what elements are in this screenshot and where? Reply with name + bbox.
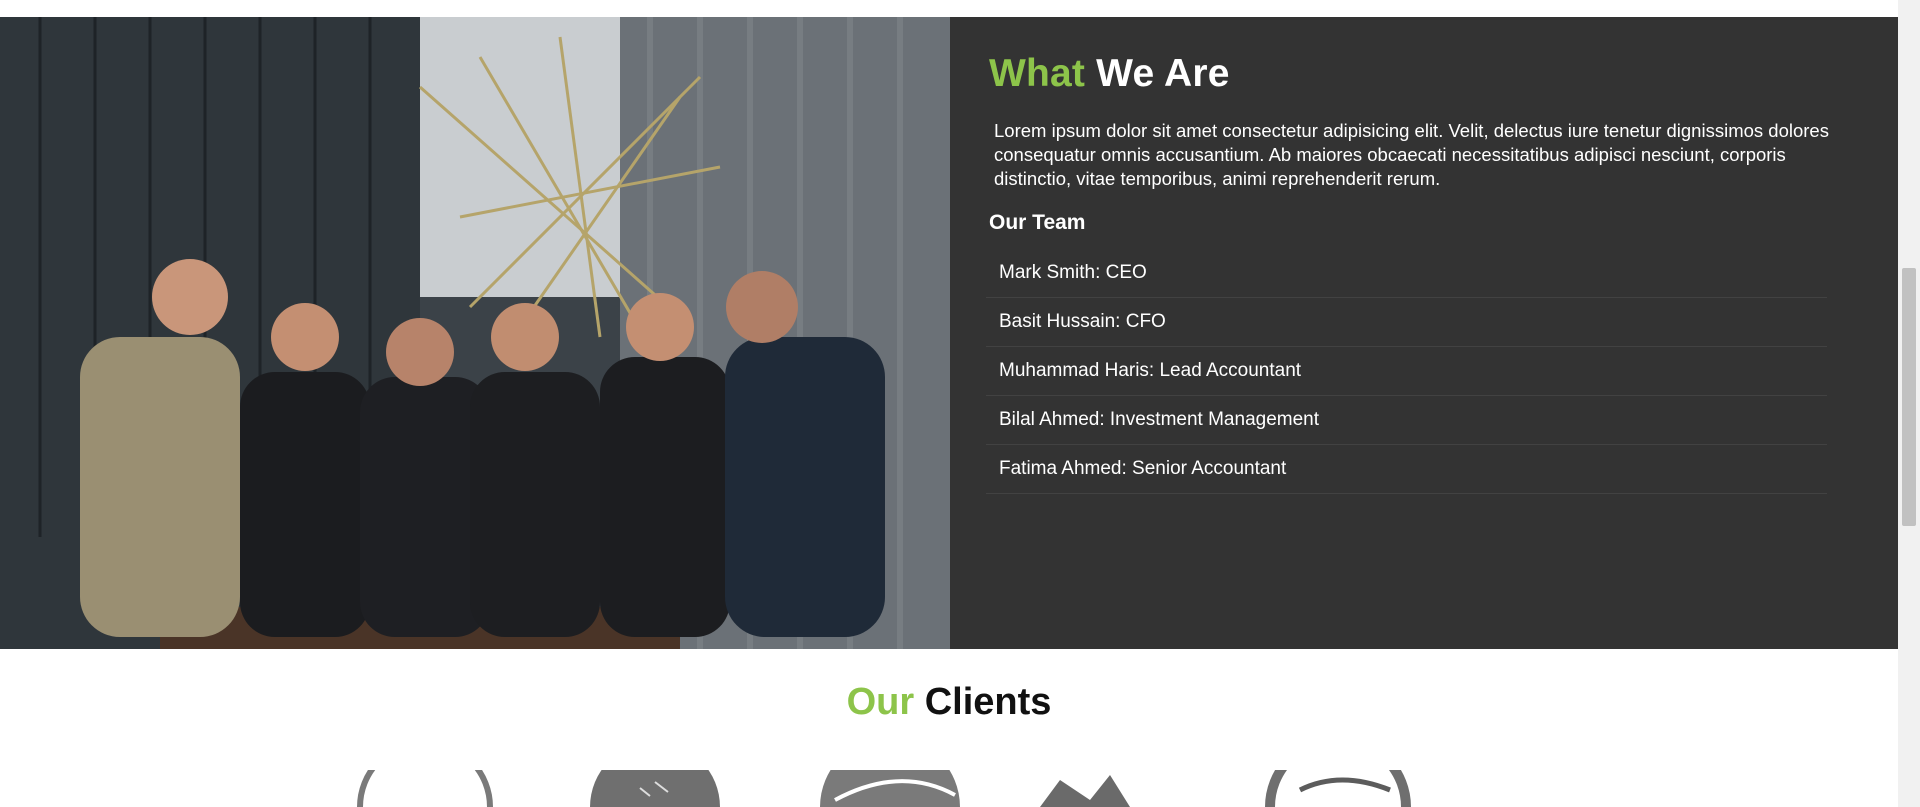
- client-logos-row: [357, 734, 1411, 807]
- about-text-panel: What We Are Lorem ipsum dolor sit amet c…: [950, 17, 1898, 649]
- about-description: Lorem ipsum dolor sit amet consectetur a…: [994, 120, 1829, 189]
- client-logo-3-icon: [820, 737, 960, 807]
- client-logo-1-icon: [357, 739, 493, 807]
- team-member: Basit Hussain: CFO: [986, 298, 1827, 347]
- scrollbar[interactable]: [1898, 0, 1920, 807]
- client-logo-4-icon: [1040, 775, 1130, 807]
- about-title-accent: What: [989, 52, 1086, 95]
- team-member: Muhammad Haris: Lead Accountant: [986, 347, 1827, 396]
- about-title-rest: We Are: [1096, 52, 1230, 95]
- about-section: What We Are Lorem ipsum dolor sit amet c…: [0, 17, 1898, 649]
- team-list: Mark Smith: CEO Basit Hussain: CFO Muham…: [986, 249, 1827, 494]
- clients-title: Our Clients: [0, 677, 1898, 727]
- scrollbar-thumb[interactable]: [1902, 268, 1916, 526]
- client-logo-5-icon: [1265, 734, 1411, 807]
- top-strip: [0, 0, 1898, 17]
- team-photo-illustration: [0, 17, 950, 649]
- team-member: Fatima Ahmed: Senior Accountant: [986, 445, 1827, 494]
- about-title: What We Are: [989, 51, 1898, 97]
- clients-title-accent: Our: [846, 681, 915, 723]
- client-logo-2-icon: [590, 742, 720, 807]
- team-photo: [0, 17, 950, 649]
- client-logos: [0, 734, 1898, 807]
- team-heading: Our Team: [989, 211, 1086, 234]
- team-member: Mark Smith: CEO: [986, 249, 1827, 298]
- clients-title-rest: Clients: [924, 681, 1052, 723]
- team-member: Bilal Ahmed: Investment Management: [986, 396, 1827, 445]
- page: What We Are Lorem ipsum dolor sit amet c…: [0, 0, 1920, 807]
